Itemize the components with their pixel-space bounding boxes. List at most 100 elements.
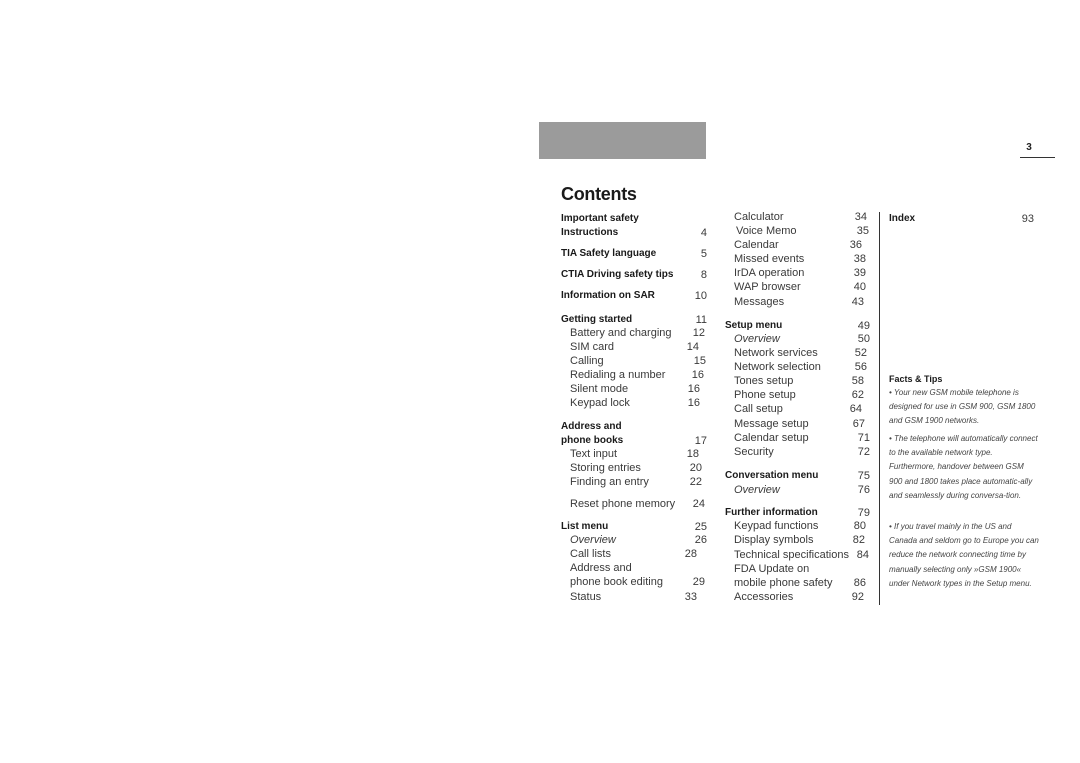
toc-entry-page: 82 — [852, 534, 865, 546]
toc-entry-label[interactable]: Conversation menu — [725, 469, 818, 483]
toc-entry-page: 26 — [694, 534, 707, 546]
toc-entry-page: 80 — [853, 520, 866, 532]
toc-entry-label[interactable]: phone book editing — [570, 575, 663, 589]
toc-entry-label[interactable]: Call lists — [570, 547, 611, 561]
toc-entry-page: 50 — [857, 333, 870, 345]
tip-3: • If you travel mainly in the US and Can… — [889, 522, 1039, 588]
toc-entry-label[interactable]: List menu — [561, 520, 608, 534]
toc-entry-label[interactable]: Calculator — [734, 210, 784, 224]
toc-entry-page: 79 — [857, 507, 870, 519]
toc-entry-page: 5 — [700, 248, 707, 260]
toc-entry-page: 28 — [684, 548, 697, 560]
toc-entry-page: 58 — [851, 375, 864, 387]
tip-1: • Your new GSM mobile telephone is desig… — [889, 388, 1036, 426]
toc-entry-label[interactable]: Important safety — [561, 212, 639, 226]
toc-entry-label[interactable]: Setup menu — [725, 319, 782, 333]
toc-entry-label[interactable]: FDA Update on — [734, 562, 809, 576]
toc-entry-label[interactable]: Keypad lock — [570, 396, 630, 410]
toc-entry-page: 39 — [853, 267, 866, 279]
toc-entry-label[interactable]: Index — [889, 212, 915, 226]
toc-entry-label[interactable]: Reset phone memory — [570, 497, 675, 511]
page-title: Contents — [561, 184, 637, 204]
toc-entry-label[interactable]: Text input — [570, 447, 617, 461]
toc-entry-page: 25 — [694, 521, 707, 533]
toc-entry-label[interactable]: Missed events — [734, 252, 804, 266]
toc-entry-page: 93 — [1021, 213, 1034, 225]
toc-entry-page: 75 — [857, 470, 870, 482]
toc-entry-page: 18 — [686, 448, 699, 460]
toc-entry-page: 16 — [687, 397, 700, 409]
toc-entry-page: 38 — [853, 253, 866, 265]
toc-entry-page: 16 — [691, 369, 704, 381]
toc-entry-label[interactable]: Storing entries — [570, 461, 641, 475]
toc-entry-page: 34 — [854, 211, 867, 223]
toc-entry-label[interactable]: Address and — [561, 420, 622, 434]
toc-entry-label[interactable]: Network selection — [734, 360, 821, 374]
toc-entry-label[interactable]: Display symbols — [734, 533, 813, 547]
tip-2: • The telephone will automatically conne… — [889, 434, 1038, 500]
toc-entry-label[interactable]: Silent mode — [570, 382, 628, 396]
toc-entry-page: 20 — [689, 462, 702, 474]
toc-entry-label[interactable]: Calendar — [734, 238, 779, 252]
toc-entry-page: 71 — [857, 432, 870, 444]
toc-entry-page: 12 — [692, 327, 705, 339]
toc-entry-label[interactable]: mobile phone safety — [734, 576, 832, 590]
toc-entry-page: 76 — [857, 484, 870, 496]
toc-entry-page: 15 — [693, 355, 706, 367]
toc-entry-page: 17 — [694, 435, 707, 447]
toc-entry-label[interactable]: Technical specifications — [734, 548, 849, 562]
toc-entry-page: 14 — [686, 341, 699, 353]
toc-entry-page: 92 — [851, 591, 864, 603]
toc-entry-label[interactable]: Further information — [725, 506, 818, 520]
toc-entry-page: 86 — [853, 577, 866, 589]
toc-entry-label[interactable]: IrDA operation — [734, 266, 804, 280]
toc-entry-page: 11 — [695, 314, 707, 326]
toc-entry-label[interactable]: TIA Safety language — [561, 247, 656, 261]
toc-entry-page: 67 — [852, 418, 865, 430]
toc-entry-page: 35 — [856, 225, 869, 237]
column-divider — [879, 212, 880, 605]
toc-entry-label[interactable]: Instructions — [561, 226, 618, 240]
toc-entry-page: 8 — [700, 269, 707, 281]
toc-entry-label[interactable]: Phone setup — [734, 388, 796, 402]
toc-entry-label[interactable]: Overview — [734, 332, 780, 346]
toc-entry-label[interactable]: Calendar setup — [734, 431, 809, 445]
toc-entry-page: 40 — [853, 281, 866, 293]
toc-entry-label[interactable]: Status — [570, 590, 601, 604]
toc-entry-label[interactable]: Security — [734, 445, 774, 459]
toc-entry-page: 36 — [849, 239, 862, 251]
toc-entry-label[interactable]: SIM card — [570, 340, 614, 354]
toc-entry-page: 43 — [851, 296, 864, 308]
toc-entry-label[interactable]: Messages — [734, 295, 784, 309]
page-number-rule — [1020, 157, 1055, 158]
toc-entry-page: 64 — [849, 403, 862, 415]
toc-entry-page: 10 — [694, 290, 707, 302]
toc-entry-label[interactable]: Address and — [570, 561, 632, 575]
toc-entry-label[interactable]: Call setup — [734, 402, 783, 416]
toc-entry-label[interactable]: Overview — [570, 533, 616, 547]
toc-entry-label[interactable]: Message setup — [734, 417, 809, 431]
toc-entry-label[interactable]: Finding an entry — [570, 475, 649, 489]
toc-entry-label[interactable]: Tones setup — [734, 374, 793, 388]
toc-entry-label[interactable]: CTIA Driving safety tips — [561, 268, 673, 282]
toc-entry-label[interactable]: Keypad functions — [734, 519, 818, 533]
header-gray-bar — [539, 122, 706, 159]
toc-entry-label[interactable]: Overview — [734, 483, 780, 497]
facts-tips-heading: Facts & Tips — [889, 374, 943, 384]
toc-entry-label[interactable]: Network services — [734, 346, 818, 360]
toc-entry-label[interactable]: Getting started — [561, 313, 632, 327]
toc-entry-label[interactable]: WAP browser — [734, 280, 801, 294]
toc-entry-page: 84 — [856, 549, 869, 561]
toc-entry-label[interactable]: Accessories — [734, 590, 793, 604]
toc-entry-page: 4 — [700, 227, 707, 239]
toc-entry-label[interactable]: Calling — [570, 354, 604, 368]
toc-entry-page: 33 — [684, 591, 697, 603]
toc-entry-page: 22 — [689, 476, 702, 488]
toc-entry-page: 29 — [692, 576, 705, 588]
toc-entry-label[interactable]: Information on SAR — [561, 289, 655, 303]
toc-entry-label[interactable]: Voice Memo — [736, 224, 797, 238]
toc-entry-page: 72 — [857, 446, 870, 458]
toc-entry-label[interactable]: Redialing a number — [570, 368, 665, 382]
toc-entry-label[interactable]: Battery and charging — [570, 326, 672, 340]
toc-entry-label[interactable]: phone books — [561, 434, 623, 448]
